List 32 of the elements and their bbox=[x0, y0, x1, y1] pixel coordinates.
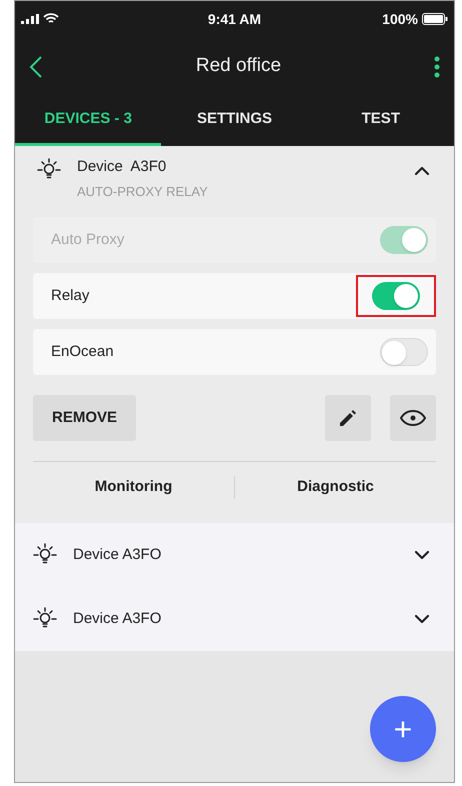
chevron-up-icon[interactable] bbox=[414, 166, 430, 176]
remove-button[interactable]: REMOVE bbox=[33, 395, 136, 441]
tab[interactable]: TEST bbox=[308, 96, 454, 146]
device-type: AUTO-PROXY RELAY bbox=[77, 182, 209, 200]
device-name: Device A3F0 bbox=[77, 157, 168, 177]
tab[interactable]: SETTINGS bbox=[161, 96, 308, 146]
eye-icon bbox=[400, 410, 426, 426]
screen-title: Red office bbox=[196, 54, 282, 78]
battery-percentage: 100% bbox=[382, 10, 418, 28]
option-label: EnOcean bbox=[51, 342, 114, 362]
signal-icon bbox=[21, 14, 39, 24]
wifi-icon bbox=[43, 13, 59, 25]
link-button[interactable]: Monitoring bbox=[94, 476, 172, 499]
add-button[interactable]: + bbox=[370, 696, 436, 762]
view-button[interactable] bbox=[390, 395, 436, 441]
option-label: Relay bbox=[51, 286, 90, 306]
edit-button[interactable] bbox=[325, 395, 371, 441]
back-icon[interactable] bbox=[29, 54, 43, 78]
option-label: Auto Proxy bbox=[51, 230, 124, 250]
device-name: Device A3FO bbox=[73, 608, 162, 629]
toggle-switch[interactable] bbox=[380, 338, 428, 366]
toggle-switch[interactable] bbox=[372, 282, 420, 310]
status-time: 9:41 AM bbox=[208, 10, 262, 28]
device-row[interactable]: Device A3FO bbox=[15, 523, 454, 587]
chevron-down-icon[interactable] bbox=[414, 550, 430, 560]
more-options-icon[interactable] bbox=[434, 56, 440, 78]
link-button[interactable]: Diagnostic bbox=[297, 476, 374, 499]
pencil-icon bbox=[338, 408, 358, 428]
device-name: Device A3FO bbox=[73, 544, 162, 565]
device-row[interactable]: Device A3FO bbox=[15, 587, 454, 651]
chevron-down-icon[interactable] bbox=[414, 614, 430, 624]
battery-icon bbox=[422, 13, 448, 25]
